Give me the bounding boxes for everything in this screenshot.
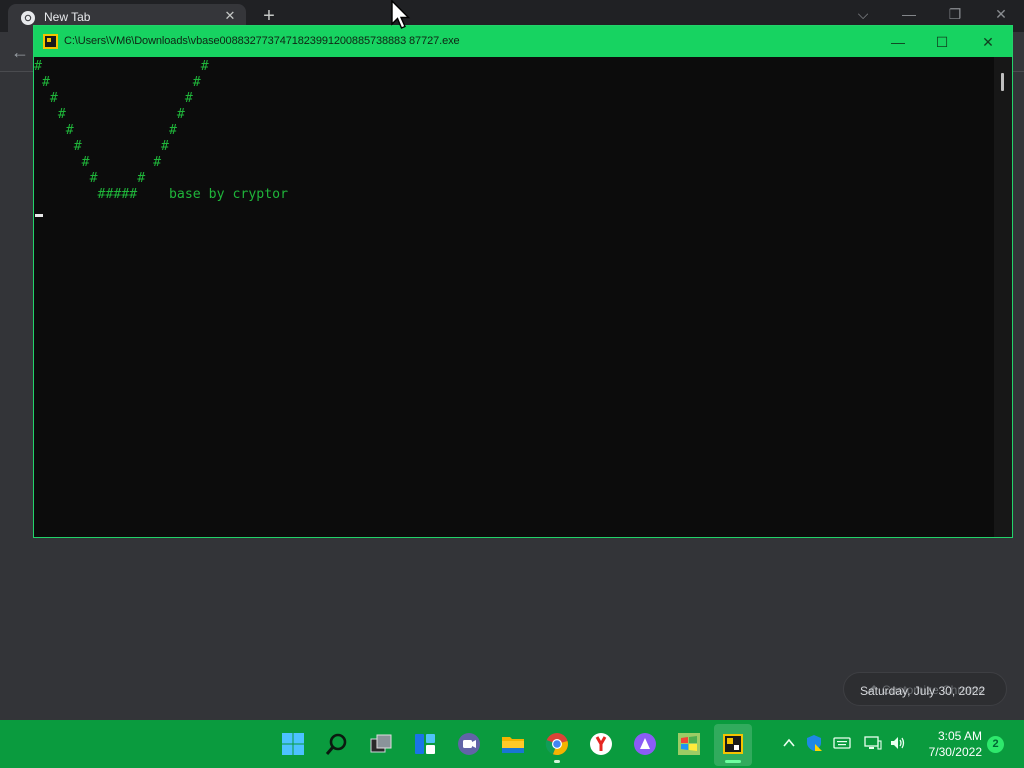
tab-close-icon[interactable]: ✕ — [222, 8, 238, 24]
clock-date[interactable]: 7/30/2022 — [915, 745, 982, 759]
teams-chat-icon[interactable] — [452, 727, 486, 761]
chevron-up-icon[interactable] — [780, 734, 798, 752]
tab-search-icon[interactable]: ⌵ — [849, 4, 877, 24]
browser-restore-button[interactable]: ❐ — [941, 4, 969, 24]
widgets-icon[interactable] — [408, 727, 442, 761]
console-taskbar-icon[interactable] — [716, 727, 750, 761]
console-output-text: # # # # # # # # # # # # # # # # ##### ba… — [34, 59, 289, 202]
file-explorer-icon[interactable] — [496, 727, 530, 761]
console-title: C:\Users\VM6\Downloads\vbase008832773747… — [64, 35, 460, 47]
console-output-area[interactable]: # # # # # # # # # # # # # # # # ##### ba… — [34, 57, 994, 537]
chrome-running-indicator — [554, 760, 560, 763]
console-text-cursor — [35, 214, 43, 217]
browser-close-button[interactable]: ✕ — [987, 4, 1015, 24]
date-tooltip: Saturday, July 30, 2022 — [860, 684, 986, 698]
start-icon[interactable] — [276, 727, 310, 761]
search-icon[interactable] — [320, 727, 354, 761]
task-view-icon[interactable] — [364, 727, 398, 761]
console-titlebar[interactable]: C:\Users\VM6\Downloads\vbase008832773747… — [34, 26, 1012, 57]
keyboard-icon[interactable] — [833, 734, 851, 752]
console-app-icon — [43, 34, 58, 49]
chrome-tab-icon — [20, 10, 36, 26]
mouse-pointer-icon — [391, 0, 411, 30]
windows-xp-icon[interactable] — [672, 727, 706, 761]
notification-badge[interactable]: 2 — [987, 736, 1004, 753]
console-scroll-thumb[interactable] — [1001, 73, 1004, 91]
console-minimize-button[interactable]: — — [883, 31, 913, 53]
back-arrow-icon[interactable]: ← — [8, 40, 32, 64]
console-active-indicator — [725, 760, 741, 763]
tab-title: New Tab — [44, 10, 91, 24]
windows-security-icon[interactable] — [805, 734, 823, 752]
console-scrollbar[interactable] — [994, 57, 1012, 537]
volume-icon[interactable] — [889, 734, 907, 752]
yandex-browser-icon[interactable] — [584, 727, 618, 761]
console-close-button[interactable]: ✕ — [973, 31, 1003, 53]
chrome-icon[interactable] — [540, 727, 574, 761]
clock-time[interactable]: 3:05 AM — [920, 729, 982, 743]
console-maximize-button[interactable]: ☐ — [927, 31, 957, 53]
network-icon[interactable] — [864, 734, 882, 752]
browser-minimize-button[interactable]: — — [895, 4, 923, 24]
alice-assistant-icon[interactable] — [628, 727, 662, 761]
console-window[interactable]: C:\Users\VM6\Downloads\vbase008832773747… — [33, 25, 1013, 538]
